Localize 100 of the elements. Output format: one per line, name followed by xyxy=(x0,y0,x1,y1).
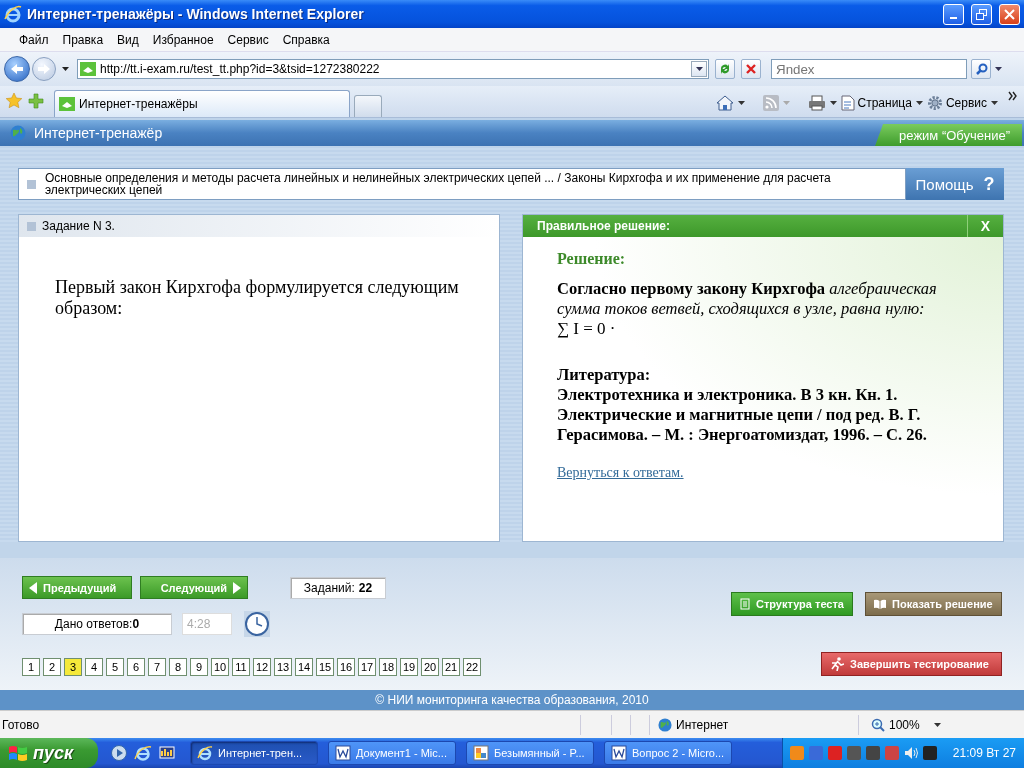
forward-arrow-icon xyxy=(37,63,51,75)
taskbar-button[interactable]: Документ1 - Mic... xyxy=(328,741,456,765)
zoom-button[interactable]: 100% xyxy=(871,717,920,732)
question-text: Первый закон Кирхгофа формулируется следующим образом: xyxy=(55,277,460,319)
start-button[interactable]: пуск xyxy=(0,738,98,768)
menu-item[interactable]: Сервис xyxy=(220,32,276,47)
page-number[interactable]: 7 xyxy=(148,658,166,676)
page-menu-button[interactable]: Страница xyxy=(840,95,912,111)
tasks-counter: Заданий: 22 xyxy=(290,576,386,599)
right-triangle-icon xyxy=(233,581,241,594)
stop-icon xyxy=(745,63,757,75)
page-number[interactable]: 2 xyxy=(43,658,61,676)
page-number[interactable]: 19 xyxy=(400,658,418,676)
home-icon[interactable] xyxy=(715,95,734,111)
settings-icon xyxy=(926,95,943,111)
zone-text: Интернет xyxy=(676,717,729,732)
caret-icon[interactable] xyxy=(62,67,69,71)
literature-text: Электротехника и электроника. В 3 кн. Кн. 1. Электрические и магнитные цепи / под ред. В. Г. Герасимова. – М. : Энергоатомиздат, 1996. – С. 26. xyxy=(557,385,928,445)
taskbar-button[interactable]: Вопрос 2 - Micro... xyxy=(604,741,732,765)
browser-tab[interactable]: Интернет-тренажёры xyxy=(54,90,350,117)
page-number[interactable]: 9 xyxy=(190,658,208,676)
minimize-icon xyxy=(950,17,957,19)
back-button[interactable] xyxy=(4,56,30,82)
taskbar-button[interactable]: Безымянный - P... xyxy=(466,741,594,765)
back-arrow-icon xyxy=(10,63,24,75)
close-button[interactable] xyxy=(999,3,1020,25)
print-icon[interactable] xyxy=(807,95,826,111)
media-player-icon[interactable] xyxy=(110,744,128,762)
menu-item[interactable]: Вид xyxy=(110,32,146,47)
document-icon xyxy=(335,745,351,761)
restore-button[interactable] xyxy=(971,3,992,25)
page-number[interactable]: 11 xyxy=(232,658,250,676)
solution-title: Правильное решение: xyxy=(536,219,671,233)
caret-icon[interactable] xyxy=(829,101,837,105)
stop-button[interactable] xyxy=(741,59,761,79)
page-favicon-icon xyxy=(59,97,75,111)
page-number[interactable]: 20 xyxy=(421,658,439,676)
chevron-icon[interactable] xyxy=(1008,91,1018,101)
page-icon xyxy=(840,95,855,111)
ie-logo-icon xyxy=(4,5,22,23)
windows-flag-icon xyxy=(8,744,28,762)
app-title: Интернет-тренажёр xyxy=(34,125,164,141)
page-number[interactable]: 21 xyxy=(442,658,460,676)
menu-item[interactable]: Файл xyxy=(12,32,56,47)
page-number[interactable]: 4 xyxy=(85,658,103,676)
caret-icon[interactable] xyxy=(915,101,923,105)
page-number[interactable]: 12 xyxy=(253,658,271,676)
forward-button[interactable] xyxy=(32,57,56,81)
page-number[interactable]: 22 xyxy=(463,658,481,676)
page-number[interactable]: 3 xyxy=(64,658,82,676)
mode-label: режим “Обучение” xyxy=(875,124,1022,146)
page-favicon-icon xyxy=(80,62,96,76)
menu-item[interactable]: Правка xyxy=(55,32,111,47)
page-number[interactable]: 15 xyxy=(316,658,334,676)
show-desktop-icon[interactable] xyxy=(158,744,176,762)
address-field[interactable]: http://tt.i-exam.ru/test_tt.php?id=3&tsid=1272380222 xyxy=(77,59,709,79)
menu-item[interactable]: Справка xyxy=(275,32,337,47)
page-number[interactable]: 8 xyxy=(169,658,187,676)
solution-text: Согласно первому закону Кирхгофа алгебраическая сумма токов ветвей, сходящихся в узле, равна нулю: xyxy=(557,279,938,319)
caret-icon[interactable] xyxy=(933,722,941,727)
help-button[interactable]: Помощь ? xyxy=(906,168,1004,200)
caret-icon[interactable] xyxy=(695,67,703,71)
caret-icon[interactable] xyxy=(991,101,998,105)
ie-icon[interactable] xyxy=(134,744,152,762)
action-button[interactable]: Показать решение xyxy=(865,592,1002,616)
globe-icon xyxy=(10,125,26,141)
page-number[interactable]: 14 xyxy=(295,658,313,676)
page-number[interactable]: 16 xyxy=(337,658,355,676)
volume-icon[interactable] xyxy=(903,745,919,761)
tools-menu-button[interactable]: Сервис xyxy=(926,95,987,111)
search-field[interactable]: Яndex xyxy=(771,59,967,79)
page-number[interactable]: 1 xyxy=(22,658,40,676)
favorites-star-icon[interactable] xyxy=(6,93,22,109)
add-favorite-icon[interactable] xyxy=(28,93,44,109)
refresh-button[interactable] xyxy=(715,59,735,79)
caret-icon[interactable] xyxy=(737,101,745,105)
document-icon xyxy=(611,745,627,761)
list-icon xyxy=(740,598,750,610)
ie-icon xyxy=(197,745,213,761)
search-button[interactable] xyxy=(971,59,991,79)
page-number[interactable]: 18 xyxy=(379,658,397,676)
solution-heading: Решение: xyxy=(557,249,627,269)
page-number[interactable]: 13 xyxy=(274,658,292,676)
menu-item[interactable]: Избранное xyxy=(145,32,221,47)
page-number[interactable]: 10 xyxy=(211,658,229,676)
timer-field: 4:28 xyxy=(182,613,232,635)
action-button[interactable]: Завершить тестирование xyxy=(821,652,1002,676)
breadcrumb-text: Основные определения и методы расчета линейных и нелинейных электрических цепей ... / Законы Кирхгофа и их применение для расчета электрических цепей xyxy=(45,172,832,196)
task-title: Задание N 3. xyxy=(42,219,115,233)
globe-icon xyxy=(658,717,672,732)
minimize-button[interactable] xyxy=(943,3,964,25)
page-number[interactable]: 6 xyxy=(127,658,145,676)
caret-icon[interactable] xyxy=(995,67,1002,71)
page-number[interactable]: 5 xyxy=(106,658,124,676)
page-number[interactable]: 17 xyxy=(358,658,376,676)
taskbar-button[interactable]: Интернет-трен... xyxy=(190,741,318,765)
bullet-icon xyxy=(27,179,36,189)
close-icon xyxy=(1004,8,1015,20)
refresh-icon xyxy=(718,62,732,76)
back-link[interactable]: Вернуться к ответам. xyxy=(557,463,684,483)
